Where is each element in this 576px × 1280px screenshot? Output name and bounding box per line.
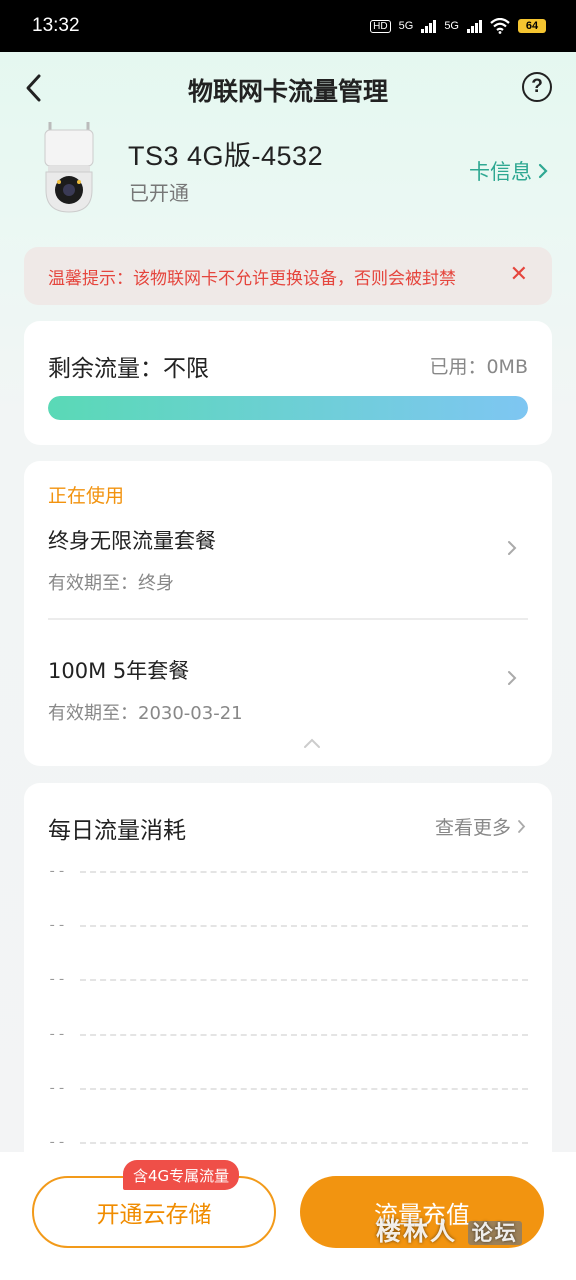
y-tick-label: -- <box>48 918 67 934</box>
device-info: TS3 4G版-4532 已开通 卡信息 <box>0 120 576 220</box>
device-status: 已开通 <box>129 181 189 205</box>
chevron-right-icon <box>538 163 548 179</box>
chart-grid-row: -- <box>48 918 528 934</box>
in-use-label: 正在使用 <box>48 485 125 507</box>
card-info-link[interactable]: 卡信息 <box>469 156 548 186</box>
remaining-traffic: 剩余流量：不限 <box>48 356 209 382</box>
network-5g-label-2: 5G <box>444 20 459 32</box>
grid-line <box>80 979 528 981</box>
package-expiry: 有效期至：2030-03-21 <box>48 703 243 724</box>
status-bar: 13:32 HD 5G 5G 64 <box>0 0 576 52</box>
package-name: 终身无限流量套餐 <box>48 529 216 553</box>
warning-text: 温馨提示：该物联网卡不允许更换设备，否则会被封禁 <box>48 268 456 289</box>
status-icons: HD 5G 5G 64 <box>370 18 546 34</box>
signal-icon <box>421 19 437 33</box>
package-name: 100M 5年套餐 <box>48 659 190 683</box>
hd-indicator: HD <box>370 19 391 33</box>
package-expiry: 有效期至：终身 <box>48 573 174 594</box>
grid-line <box>80 1088 528 1090</box>
divider <box>48 618 528 620</box>
view-more-link[interactable]: 查看更多 <box>435 813 526 840</box>
traffic-progress-track <box>48 396 528 420</box>
header: 物联网卡流量管理 ? <box>0 52 576 124</box>
4g-traffic-badge: 含4G专属流量 <box>123 1160 240 1190</box>
chart-grid-row: -- <box>48 972 528 988</box>
chevron-right-icon <box>518 820 526 833</box>
grid-line <box>80 925 528 927</box>
grid-line <box>80 1034 528 1036</box>
network-5g-label-1: 5G <box>398 20 414 32</box>
watermark-box: 论坛 <box>467 1221 522 1245</box>
view-more-label: 查看更多 <box>434 817 511 839</box>
device-name: TS3 4G版-4532 <box>128 141 324 171</box>
y-tick-label: -- <box>48 1135 67 1151</box>
warning-banner: 温馨提示：该物联网卡不允许更换设备，否则会被封禁 ✕ <box>24 247 552 305</box>
y-tick-label: -- <box>48 972 67 988</box>
signal-icon-2 <box>467 19 482 33</box>
forum-watermark: 楼林人 论坛 <box>376 1212 522 1248</box>
chevron-up-icon[interactable] <box>302 737 322 749</box>
used-traffic: 已用：0MB <box>429 356 528 378</box>
chart-grid-row: -- <box>48 1135 528 1151</box>
chart-grid-row: -- <box>48 864 528 880</box>
y-tick-label: -- <box>48 1081 67 1097</box>
wifi-icon <box>490 18 510 34</box>
grid-line <box>80 871 528 873</box>
chart-grid-row: -- <box>48 1027 528 1043</box>
daily-usage-card: 每日流量消耗 查看更多 -- -- -- -- -- -- <box>24 783 552 1203</box>
traffic-card: 剩余流量：不限 已用：0MB <box>24 321 552 445</box>
battery-indicator: 64 <box>518 19 546 33</box>
y-tick-label: -- <box>48 864 67 880</box>
watermark-text: 楼林人 <box>376 1217 458 1246</box>
traffic-progress-fill <box>48 396 528 420</box>
help-glyph: ? <box>531 76 543 97</box>
camera-icon <box>44 122 94 213</box>
y-tick-label: -- <box>48 1027 67 1043</box>
question-circle-icon[interactable]: ? <box>522 72 552 102</box>
packages-card: 正在使用 终身无限流量套餐 有效期至：终身 100M 5年套餐 有效期至：203… <box>24 461 552 766</box>
close-icon[interactable]: ✕ <box>510 261 528 287</box>
chevron-right-icon <box>508 541 517 555</box>
chart-grid-row: -- <box>48 1081 528 1097</box>
daily-usage-title: 每日流量消耗 <box>48 818 186 844</box>
grid-line <box>80 1142 528 1144</box>
status-time: 13:32 <box>32 15 80 36</box>
package-item[interactable]: 100M 5年套餐 有效期至：2030-03-21 <box>24 655 552 765</box>
card-info-label: 卡信息 <box>469 160 532 184</box>
chevron-right-icon <box>508 671 517 685</box>
page-title: 物联网卡流量管理 <box>187 77 388 106</box>
